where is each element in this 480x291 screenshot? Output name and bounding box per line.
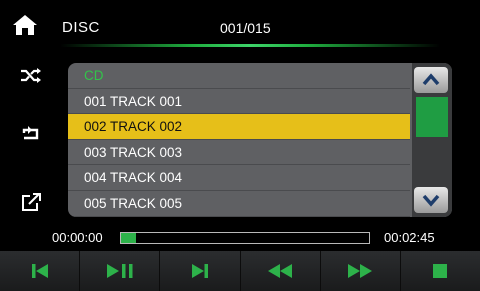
- progress-fill: [121, 233, 136, 243]
- play-pause-button[interactable]: [80, 251, 161, 291]
- fast-forward-button[interactable]: [321, 251, 401, 291]
- repeat-icon[interactable]: [20, 124, 42, 144]
- shuffle-icon[interactable]: [20, 66, 42, 86]
- scroll-up-button[interactable]: [414, 67, 448, 93]
- track-list: CD 001 TRACK 001 002 TRACK 002 003 TRACK…: [68, 63, 410, 217]
- top-bar: DISC 001/015: [0, 0, 480, 52]
- open-external-icon[interactable]: [20, 192, 42, 212]
- previous-button[interactable]: [0, 251, 81, 291]
- list-item[interactable]: 003 TRACK 003: [68, 140, 410, 166]
- chevron-up-icon: [422, 73, 440, 86]
- play-pause-icon: [106, 264, 133, 278]
- progress-bar[interactable]: [120, 232, 370, 244]
- track-counter: 001/015: [220, 20, 271, 36]
- list-item-selected[interactable]: 002 TRACK 002: [68, 114, 410, 140]
- header-divider: [60, 44, 440, 47]
- scroll-down-button[interactable]: [414, 187, 448, 213]
- fast-forward-icon: [348, 264, 373, 278]
- stop-button[interactable]: [401, 251, 480, 291]
- previous-icon: [31, 264, 48, 278]
- folder-row[interactable]: CD: [68, 63, 410, 89]
- next-button[interactable]: [160, 251, 241, 291]
- list-item[interactable]: 001 TRACK 001: [68, 89, 410, 115]
- scroll-thumb[interactable]: [416, 97, 448, 137]
- playback-controls: [0, 251, 480, 291]
- source-title: DISC: [62, 19, 100, 36]
- track-list-panel: CD 001 TRACK 001 002 TRACK 002 003 TRACK…: [68, 63, 452, 217]
- stop-icon: [433, 264, 448, 278]
- rewind-icon: [268, 264, 293, 278]
- list-item[interactable]: 004 TRACK 004: [68, 165, 410, 191]
- chevron-down-icon: [422, 194, 440, 207]
- rewind-button[interactable]: [241, 251, 321, 291]
- current-time: 00:00:00: [52, 230, 103, 245]
- list-item[interactable]: 005 TRACK 005: [68, 191, 410, 217]
- next-icon: [191, 264, 208, 278]
- scrollbar[interactable]: [412, 63, 452, 217]
- home-icon[interactable]: [12, 14, 38, 36]
- total-time: 00:02:45: [384, 230, 435, 245]
